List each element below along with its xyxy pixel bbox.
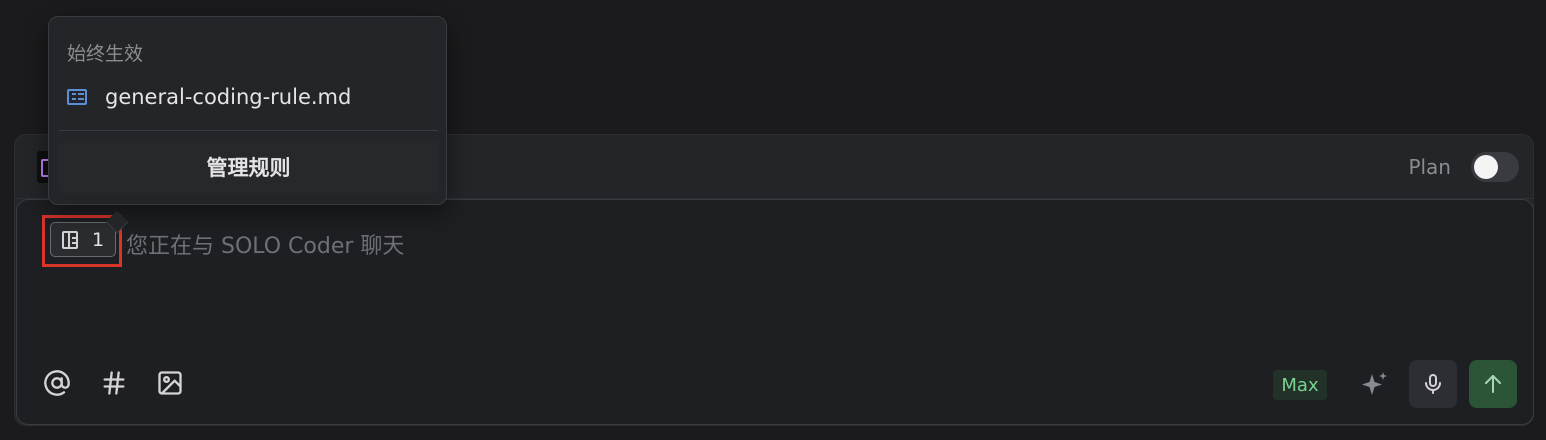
toggle-knob [1474, 155, 1498, 179]
popup-section-title: 始终生效 [67, 43, 144, 65]
rule-file-name: general-coding-rule.md [105, 85, 352, 109]
image-icon[interactable] [155, 368, 185, 398]
plan-label: Plan [1408, 155, 1451, 179]
popup-divider [59, 130, 438, 131]
rules-popup: 始终生效 general-coding-rule.md 管理规则 [48, 16, 447, 234]
arrow-up-icon [1485, 375, 1501, 393]
hash-icon[interactable] [99, 368, 129, 398]
send-button[interactable] [1469, 360, 1517, 408]
mic-icon [1425, 374, 1441, 394]
book-icon [62, 230, 78, 249]
plan-toggle[interactable] [1471, 152, 1519, 182]
rule-file-item[interactable]: general-coding-rule.md [67, 85, 351, 109]
max-mode-badge[interactable]: Max [1273, 370, 1327, 400]
chat-input-placeholder[interactable]: 您正在与 SOLO Coder 聊天 [126, 228, 404, 260]
chat-input-area[interactable]: 1 您正在与 SOLO Coder 聊天 Max [16, 199, 1534, 425]
rule-file-icon [67, 89, 87, 105]
microphone-button[interactable] [1409, 360, 1457, 408]
rules-chip[interactable]: 1 [50, 222, 116, 257]
rules-count: 1 [92, 228, 105, 251]
sparkle-icon[interactable] [1359, 368, 1391, 400]
at-icon[interactable] [42, 368, 72, 398]
manage-rules-button[interactable]: 管理规则 [59, 141, 438, 193]
